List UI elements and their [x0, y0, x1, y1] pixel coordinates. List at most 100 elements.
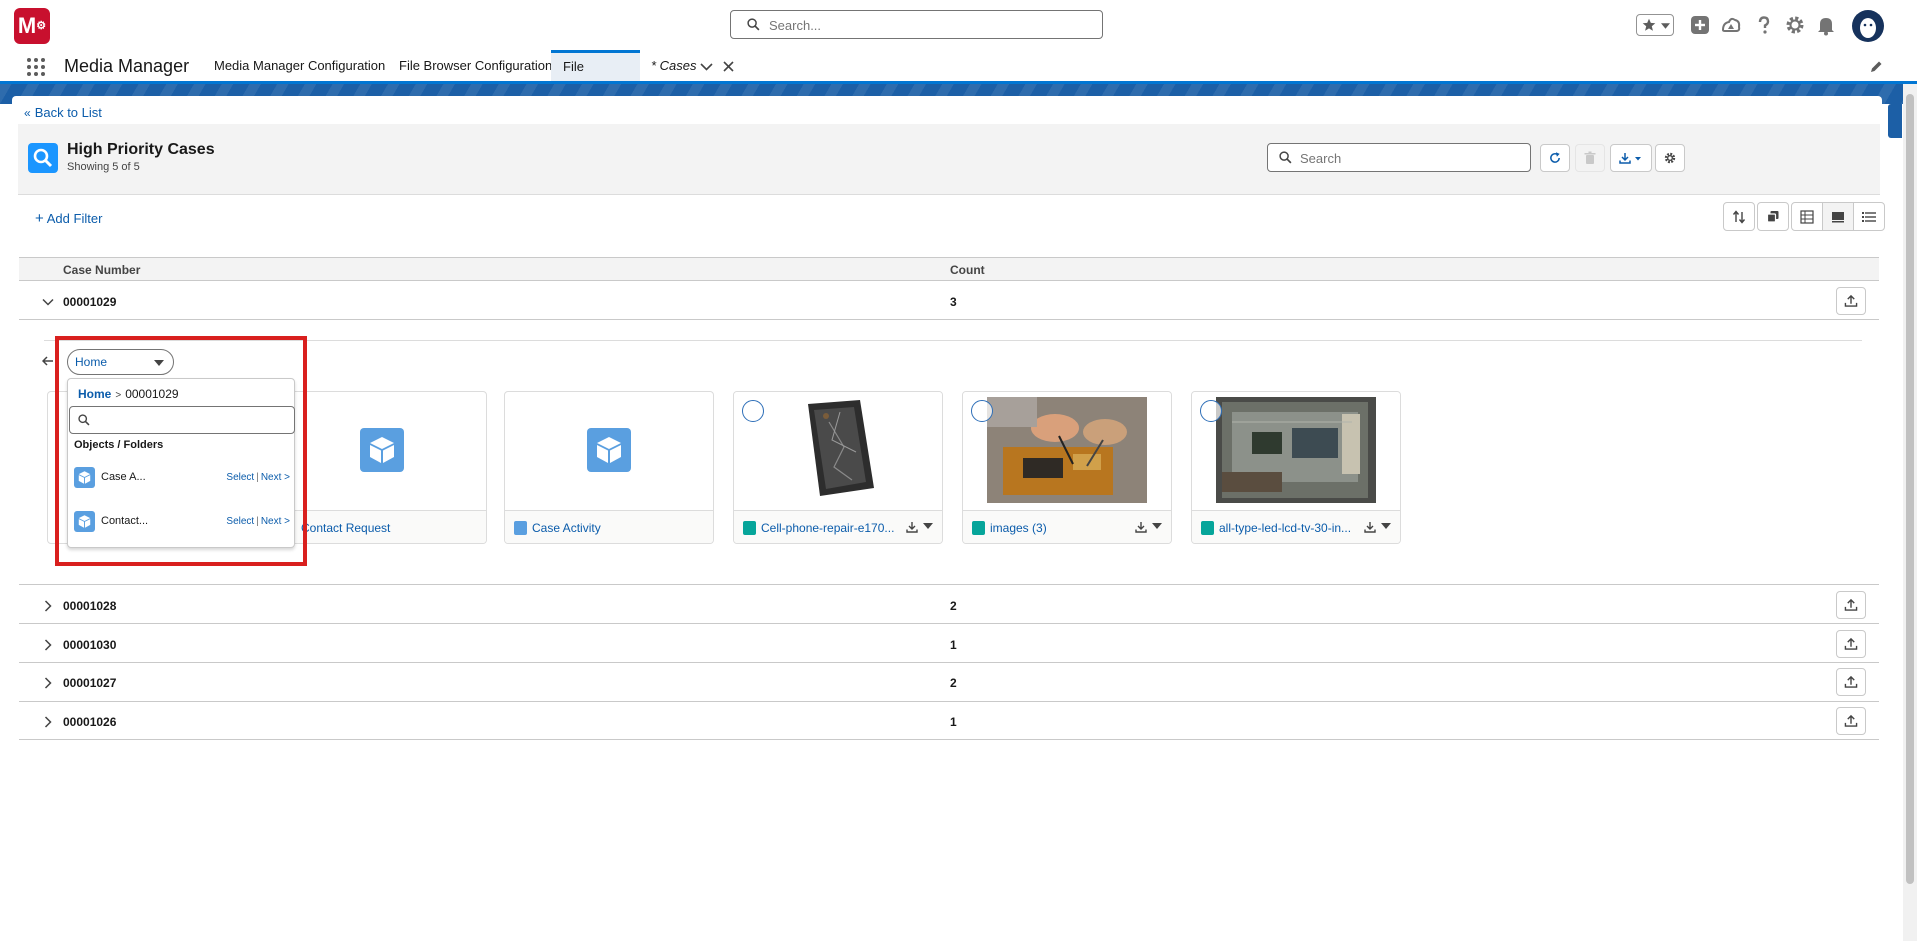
close-tab-icon[interactable] — [723, 61, 734, 72]
list-view-button[interactable] — [1853, 202, 1885, 231]
table-row[interactable] — [19, 586, 1879, 624]
row-case-number[interactable]: 00001028 — [63, 599, 116, 613]
chevron-down-icon[interactable] — [1381, 523, 1391, 530]
breadcrumb-home-link[interactable]: Home — [78, 387, 111, 401]
tile-view-button[interactable] — [1822, 202, 1854, 231]
tile-name[interactable]: Case Activity — [532, 521, 601, 535]
back-to-list-link[interactable]: «Back to List — [24, 105, 102, 120]
folder-item-contact-request[interactable]: Contact... Select | Next > — [74, 509, 290, 535]
refresh-button[interactable] — [1540, 144, 1570, 172]
edit-nav-pencil-icon[interactable] — [1870, 60, 1883, 73]
select-checkbox[interactable] — [742, 400, 764, 422]
copy-button[interactable] — [1757, 202, 1789, 231]
trailhead-icon[interactable] — [1720, 14, 1742, 36]
object-icon — [514, 521, 527, 535]
tile-name[interactable]: all-type-led-lcd-tv-30-in... — [1219, 521, 1351, 535]
row-case-number[interactable]: 00001027 — [63, 676, 116, 690]
folder-select-combobox[interactable]: Home — [67, 349, 174, 375]
download-icon[interactable] — [1135, 521, 1147, 533]
list-search[interactable] — [1267, 143, 1531, 172]
sort-button[interactable] — [1723, 202, 1755, 231]
chevron-down-icon[interactable] — [42, 296, 54, 308]
help-icon[interactable] — [1753, 14, 1775, 36]
image-tile-led-lcd-tv[interactable]: all-type-led-lcd-tv-30-in... — [1191, 391, 1401, 544]
tab-media-manager-configuration[interactable]: Media Manager Configuration — [202, 50, 397, 81]
setup-gear-icon[interactable] — [1784, 14, 1806, 36]
table-row[interactable] — [19, 282, 1879, 320]
upload-button[interactable] — [1836, 707, 1866, 735]
chevron-right-icon[interactable] — [42, 716, 54, 728]
row-count: 2 — [950, 676, 957, 690]
tile-name[interactable]: Contact Request — [301, 521, 390, 535]
global-search[interactable] — [730, 10, 1103, 39]
list-search-input[interactable] — [1298, 149, 1522, 168]
back-to-list-label: Back to List — [34, 105, 102, 120]
folder-search-input[interactable] — [96, 411, 290, 431]
upload-button[interactable] — [1836, 591, 1866, 619]
folder-tile-contact-request[interactable]: Contact Request — [277, 391, 487, 544]
table-row[interactable] — [19, 702, 1879, 740]
scrollbar-thumb[interactable] — [1906, 94, 1914, 884]
upload-button[interactable] — [1836, 287, 1866, 315]
cube-object-icon — [74, 511, 95, 532]
breadcrumb-separator: > — [115, 390, 122, 401]
download-menu-button[interactable] — [1610, 144, 1652, 172]
download-icon[interactable] — [906, 521, 918, 533]
folder-search[interactable] — [69, 406, 295, 434]
chevron-right-icon[interactable] — [42, 600, 54, 612]
tab-file-browser[interactable]: File Browser — [551, 50, 640, 102]
arrow-left-icon[interactable] — [42, 355, 54, 367]
upload-button[interactable] — [1836, 668, 1866, 696]
image-tile-images-3[interactable]: images (3) — [962, 391, 1172, 544]
column-header-case-number[interactable]: Case Number — [63, 263, 140, 277]
tab-chevron-down-icon[interactable] — [700, 63, 713, 71]
table-view-button[interactable] — [1791, 202, 1823, 231]
global-search-input[interactable] — [767, 16, 1091, 35]
search-icon — [78, 414, 90, 426]
row-count: 3 — [950, 295, 957, 309]
app-logo[interactable]: M⚙ — [14, 8, 50, 44]
table-row[interactable] — [19, 625, 1879, 663]
app-launcher-icon[interactable] — [26, 57, 46, 77]
column-header-count[interactable]: Count — [950, 263, 985, 277]
user-avatar[interactable] — [1852, 10, 1884, 42]
plus-icon: + — [35, 210, 44, 227]
folder-item-case-activity[interactable]: Case A... Select | Next > — [74, 465, 290, 491]
sort-arrows-icon — [1732, 209, 1746, 224]
image-tile-cell-phone-repair[interactable]: Cell-phone-repair-e170... — [733, 391, 943, 544]
table-row[interactable] — [19, 664, 1879, 702]
row-case-number[interactable]: 00001029 — [63, 295, 116, 309]
delete-button[interactable] — [1575, 144, 1605, 172]
add-icon[interactable] — [1689, 14, 1711, 36]
notifications-bell-icon[interactable] — [1815, 14, 1837, 36]
table-grid-icon — [1800, 209, 1814, 224]
select-link[interactable]: Select — [226, 472, 254, 483]
side-panel-toggle[interactable] — [1888, 104, 1902, 138]
favorites-button[interactable] — [1636, 14, 1674, 36]
add-filter-button[interactable]: + Add Filter — [35, 210, 102, 227]
chevron-right-icon[interactable] — [42, 639, 54, 651]
chevron-down-icon[interactable] — [1152, 523, 1162, 530]
folder-tile-case-activity[interactable]: Case Activity — [504, 391, 714, 544]
image-file-icon — [972, 521, 985, 535]
next-link[interactable]: Next > — [261, 516, 290, 527]
list-search-icon — [28, 143, 58, 173]
tile-name[interactable]: Cell-phone-repair-e170... — [761, 521, 894, 535]
select-checkbox[interactable] — [1200, 400, 1222, 422]
settings-button[interactable] — [1655, 144, 1685, 172]
row-case-number[interactable]: 00001030 — [63, 638, 116, 652]
tab-file-browser-configuration[interactable]: File Browser Configuration — [387, 50, 564, 81]
row-case-number[interactable]: 00001026 — [63, 715, 116, 729]
chevron-down-icon[interactable] — [923, 523, 933, 530]
folder-item-actions: Select | Next > — [226, 516, 290, 527]
upload-button[interactable] — [1836, 630, 1866, 658]
divider — [44, 340, 1862, 341]
tab-cases[interactable]: * Cases — [639, 50, 709, 81]
select-link[interactable]: Select — [226, 516, 254, 527]
select-checkbox[interactable] — [971, 400, 993, 422]
magnifier-icon — [33, 148, 53, 168]
next-link[interactable]: Next > — [261, 472, 290, 483]
chevron-right-icon[interactable] — [42, 677, 54, 689]
tile-name[interactable]: images (3) — [990, 521, 1047, 535]
download-icon[interactable] — [1364, 521, 1376, 533]
